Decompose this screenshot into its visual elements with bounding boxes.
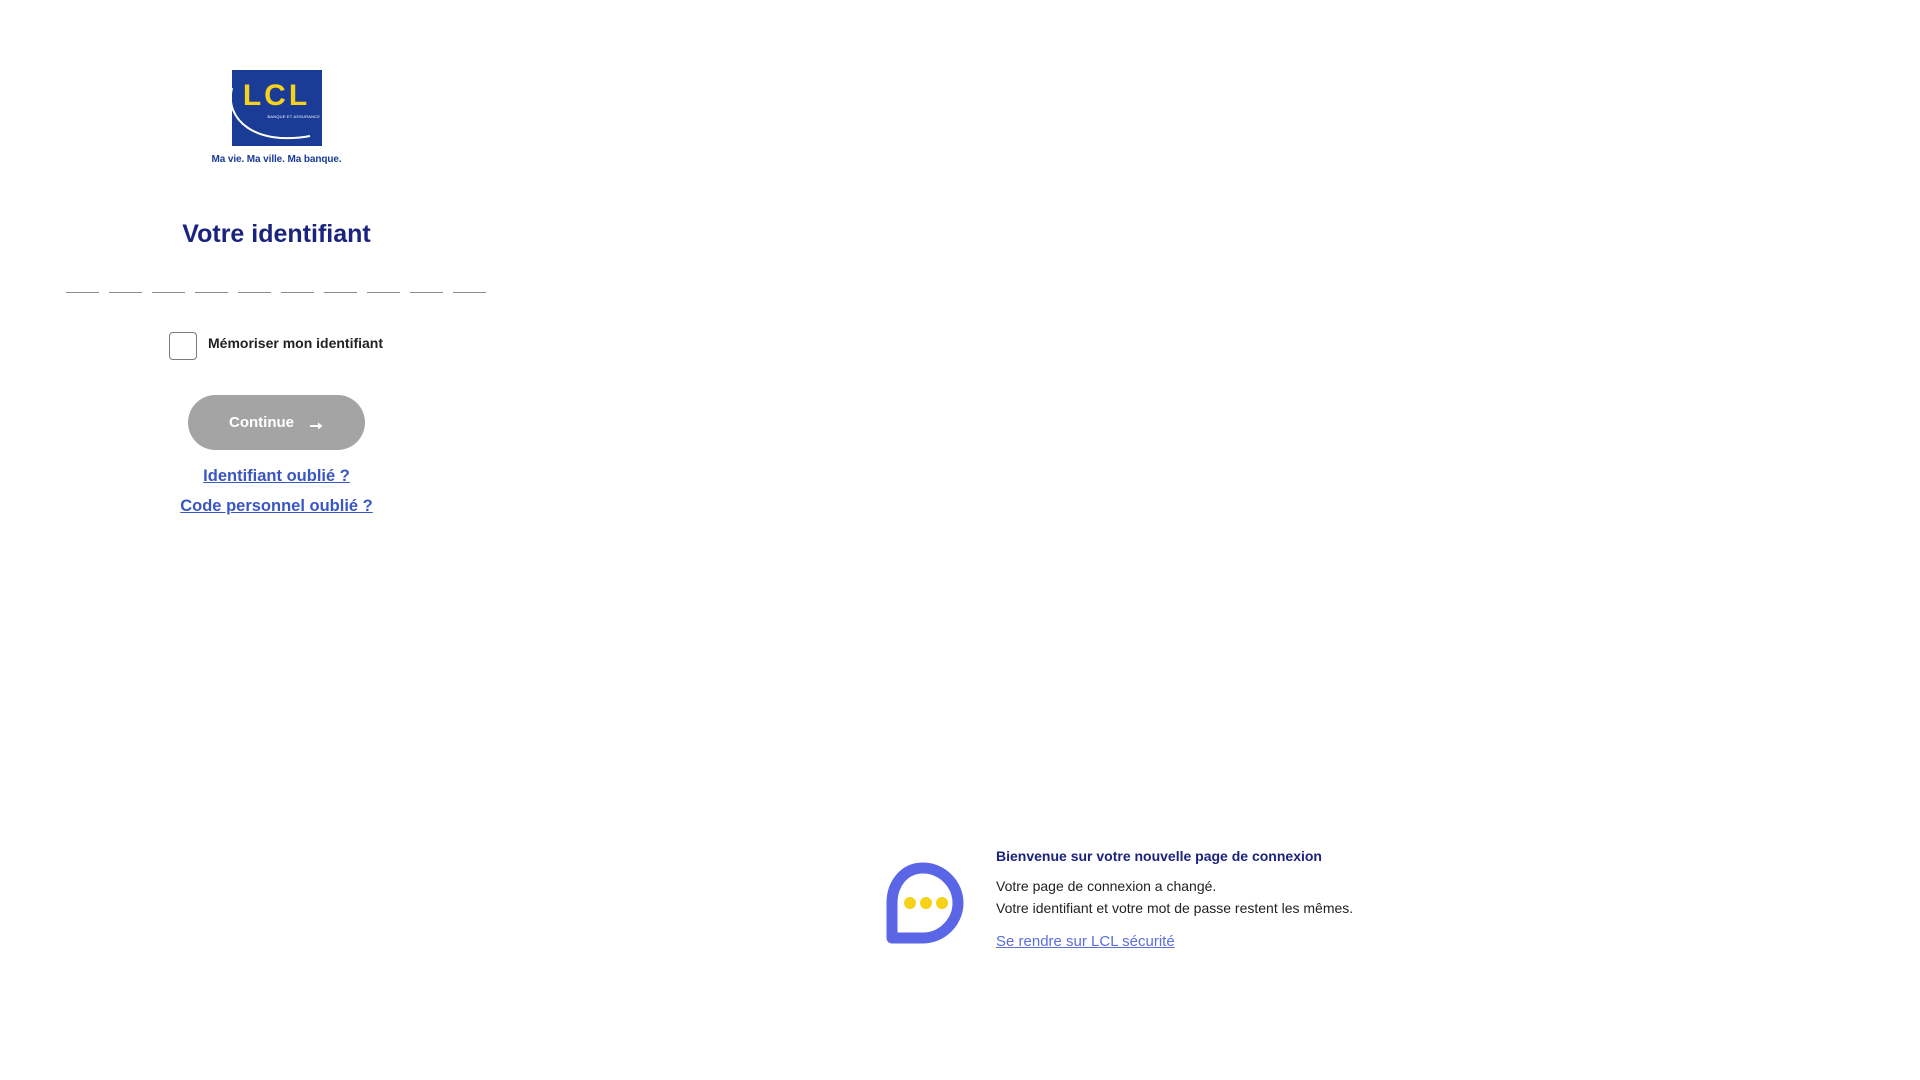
new-login-info-banner: Bienvenue sur votre nouvelle page de con… [880,848,1440,958]
info-text-line: Votre page de connexion a changé. [996,878,1217,894]
info-title: Bienvenue sur votre nouvelle page de con… [996,848,1322,864]
identifier-digit-fields [66,270,486,293]
forgot-code-link[interactable]: Code personnel oublié ? [0,497,553,516]
identifier-digit-input[interactable] [367,270,400,293]
identifier-digit-input[interactable] [324,270,357,293]
brand-logo-block: LCL BANQUE ET ASSURANCE Ma vie. Ma ville… [0,70,553,165]
identifier-digit-input[interactable] [195,270,228,293]
identifier-digit-input[interactable] [66,270,99,293]
info-text-line: Votre identifiant et votre mot de passe … [996,900,1354,916]
identifier-digit-input[interactable] [238,270,271,293]
identifier-digit-input[interactable] [152,270,185,293]
identifier-digit-input[interactable] [410,270,443,293]
login-panel: LCL BANQUE ET ASSURANCE Ma vie. Ma ville… [0,0,553,1080]
logo-letters: LCL [242,79,311,112]
page-title: Votre identifiant [182,220,371,248]
continue-button[interactable]: Continue [188,395,365,450]
arrow-right-icon [310,418,324,429]
identifier-digit-input[interactable] [453,270,486,293]
remember-checkbox[interactable] [169,332,197,360]
identifier-digit-input[interactable] [281,270,314,293]
remember-identifier-option[interactable]: Mémoriser mon identifiant [169,332,383,360]
chat-bubble-icon [886,862,964,944]
forgot-identifier-link[interactable]: Identifiant oublié ? [0,467,553,486]
identifier-digit-input[interactable] [109,270,142,293]
continue-label: Continue [229,414,294,431]
lcl-security-link[interactable]: Se rendre sur LCL sécurité [996,933,1175,950]
logo-subtext: BANQUE ET ASSURANCE [267,114,321,119]
remember-label: Mémoriser mon identifiant [208,335,384,351]
lcl-logo: LCL BANQUE ET ASSURANCE [229,70,322,146]
